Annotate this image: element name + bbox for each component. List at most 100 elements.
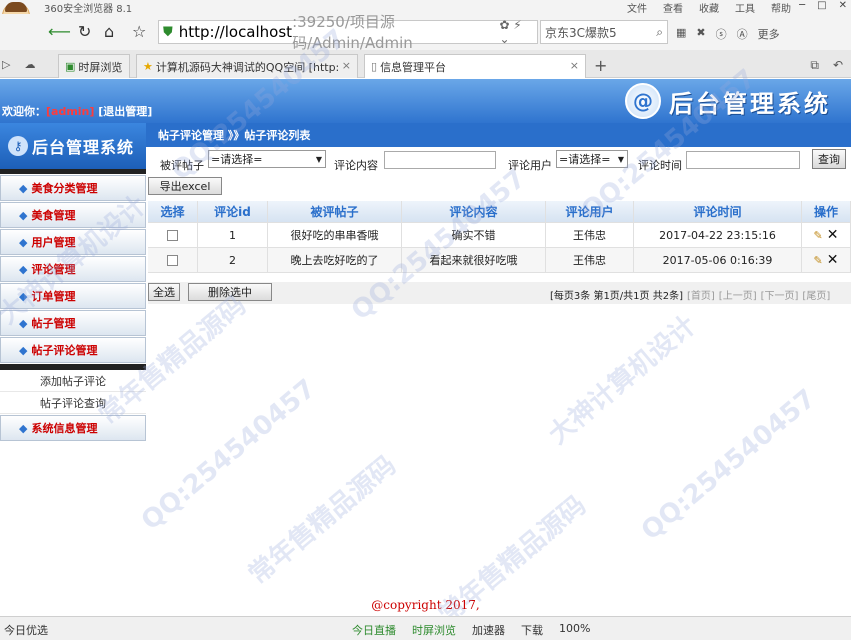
sidebar-item-orders[interactable]: ◆ 订单管理 [0, 283, 146, 309]
status-accelerator[interactable]: 加速器 [472, 622, 505, 638]
address-bar-icons[interactable]: ✿ ⚡ ⌄ [499, 18, 533, 46]
address-bar[interactable]: ⛊ http://localhost :39250/项目源码/Admin/Adm… [158, 13, 538, 52]
menu-tools[interactable]: 工具 [735, 0, 755, 15]
menu-help[interactable]: 帮助 [771, 0, 791, 15]
apps-icon[interactable]: ▦ [676, 26, 686, 42]
home-icon[interactable]: ⌂ [104, 22, 114, 41]
sidebar-item-label: 帖子评论管理 [31, 344, 98, 357]
filter-bar: 被评帖子 =请选择= ▼ 评论内容 评论用户 =请选择= ▼ 评论时间 查询 [146, 147, 851, 175]
sidebar-item-comments[interactable]: ◆ 评论管理 [0, 256, 146, 282]
logout-link[interactable]: [退出管理] [98, 105, 152, 118]
restore-icon[interactable]: ⧉ [810, 58, 819, 73]
column-header: 被评帖子 [268, 201, 402, 223]
sidebar-item-label: 订单管理 [31, 290, 76, 303]
star-icon[interactable]: ☆ [132, 22, 146, 41]
sidebar: ⚷ 后台管理系统 ◆ 美食分类管理 ◆ 美食管理 ◆ 用户管理 ◆ 评论管理 ◆ 订单管理… [0, 123, 146, 453]
query-button[interactable]: 查询 [812, 149, 846, 169]
menu-view[interactable]: 查看 [663, 0, 683, 15]
user-filter-select[interactable]: =请选择= ▼ [556, 150, 628, 168]
tab-page-icon: ▯ [371, 60, 378, 73]
submenu-query-post-comments[interactable]: 帖子评论查询 [0, 392, 146, 414]
minimize-icon[interactable]: ─ [799, 0, 805, 11]
sidebar-item-label: 评论管理 [31, 263, 76, 276]
watermark: 大神计算机设计 [543, 310, 702, 451]
browser-navbar: ⟵ ↻ ⌂ ☆ ⛊ http://localhost :39250/项目源码/A… [0, 13, 851, 52]
back-icon[interactable]: ⟵ [48, 22, 71, 41]
watermark: QQ:254540457 [635, 383, 822, 547]
sidebar-item-users[interactable]: ◆ 用户管理 [0, 229, 146, 255]
cloud-icon[interactable]: ☁ [24, 58, 35, 71]
table-header-row: 选择 评论id 被评帖子 评论内容 评论用户 评论时间 操作 [148, 201, 851, 223]
tab-star-icon: ★ [143, 60, 153, 73]
table-row: 1 很好吃的串串香哦 确实不错 王伟忠 2017-04-22 23:15:16 … [148, 223, 851, 248]
tab-fast-view[interactable]: ▣ 时屏浏览 [58, 54, 130, 78]
sidebar-item-label: 美食管理 [31, 209, 76, 222]
chevron-down-icon: ▼ [617, 154, 624, 164]
undo-close-icon[interactable]: ↶ [833, 58, 843, 73]
cell-id: 1 [198, 223, 268, 248]
status-today-pick[interactable]: 今日优选 [4, 622, 48, 638]
search-box[interactable]: 京东3C爆款5 ⌕ [540, 20, 668, 44]
edit-icon[interactable]: ✎ [814, 254, 823, 267]
delete-icon[interactable]: ✕ [827, 252, 839, 268]
window-controls: ─ □ ✕ [799, 0, 847, 11]
refresh-icon[interactable]: ↻ [78, 22, 91, 41]
delete-selected-button[interactable]: 删除选中 [188, 283, 272, 301]
pager-prev[interactable]: [上一页] [719, 287, 757, 302]
search-icon[interactable]: ⌕ [656, 25, 663, 40]
menu-icon: ◆ [19, 262, 28, 276]
sidebar-item-food-category[interactable]: ◆ 美食分类管理 [0, 175, 146, 201]
submenu-add-post-comment[interactable]: 添加帖子评论 [0, 370, 146, 392]
close-tab-icon[interactable]: × [570, 59, 579, 72]
new-tab-icon[interactable]: + [594, 56, 607, 75]
time-filter-input[interactable] [686, 151, 800, 169]
row-checkbox[interactable] [167, 254, 178, 266]
status-live[interactable]: 今日直播 [352, 622, 396, 638]
maximize-icon[interactable]: □ [817, 0, 826, 11]
table-row: 2 晚上去吃好吃的了 看起来就很好吃哦 王伟忠 2017-05-06 0:16:… [148, 248, 851, 273]
column-header: 操作 [802, 201, 851, 223]
close-tab-icon[interactable]: × [342, 59, 351, 72]
status-zoom[interactable]: 100% [559, 622, 590, 638]
tab-bar-right-icons: ⧉ ↶ [810, 58, 843, 73]
row-checkbox[interactable] [167, 229, 178, 241]
cell-time: 2017-05-06 0:16:39 [634, 248, 802, 273]
sidebar-item-food[interactable]: ◆ 美食管理 [0, 202, 146, 228]
user-filter-label: 评论用户 [508, 159, 552, 172]
ad-block-icon[interactable]: Ⓐ [737, 26, 748, 42]
cell-content: 确实不错 [402, 223, 546, 248]
export-excel-button[interactable]: 导出excel [148, 177, 222, 195]
menu-favorites[interactable]: 收藏 [699, 0, 719, 15]
sidebar-title: 后台管理系统 [32, 138, 135, 157]
pager-next[interactable]: [下一页] [761, 287, 799, 302]
cell-actions: ✎ ✕ [802, 248, 851, 273]
status-fast-view[interactable]: 时屏浏览 [412, 622, 456, 638]
pager-last[interactable]: [尾页] [802, 287, 830, 302]
more-menu[interactable]: 更多 [758, 26, 780, 42]
extension-icon[interactable]: ✖ [696, 26, 705, 42]
toolbar-icons: ▦ ✖ ⓢ Ⓐ 更多 [676, 26, 780, 42]
tab-qq-space[interactable]: ★ 计算机源码大神调试的QQ空间 [http: × [136, 54, 358, 78]
tab-bar: ▷ ☁ ▣ 时屏浏览 ★ 计算机源码大神调试的QQ空间 [http: × ▯ 信… [0, 50, 851, 78]
content-filter-label: 评论内容 [334, 159, 378, 172]
cell-time: 2017-04-22 23:15:16 [634, 223, 802, 248]
select-all-button[interactable]: 全选 [148, 283, 180, 301]
close-window-icon[interactable]: ✕ [839, 0, 847, 11]
column-header: 评论用户 [546, 201, 634, 223]
sidebar-item-system-info[interactable]: ◆ 系统信息管理 [0, 415, 146, 441]
content-filter-input[interactable] [384, 151, 496, 169]
welcome-prefix: 欢迎你： [2, 105, 46, 118]
status-download[interactable]: 下载 [521, 622, 543, 638]
pager-first[interactable]: [首页] [687, 287, 715, 302]
delete-icon[interactable]: ✕ [827, 227, 839, 243]
sidebar-toggle-icon[interactable]: ▷ [2, 58, 10, 71]
post-filter-select[interactable]: =请选择= ▼ [208, 150, 326, 168]
menu-file[interactable]: 文件 [627, 0, 647, 15]
sidebar-item-posts[interactable]: ◆ 帖子管理 [0, 310, 146, 336]
comments-table: 选择 评论id 被评帖子 评论内容 评论用户 评论时间 操作 1 很好吃的串串香… [148, 201, 851, 273]
edit-icon[interactable]: ✎ [814, 229, 823, 242]
sidebar-item-post-comments[interactable]: ◆ 帖子评论管理 [0, 337, 146, 363]
username: [admin] [46, 105, 95, 118]
safety-icon[interactable]: ⓢ [716, 26, 727, 42]
tab-info-platform[interactable]: ▯ 信息管理平台 × [364, 54, 586, 78]
